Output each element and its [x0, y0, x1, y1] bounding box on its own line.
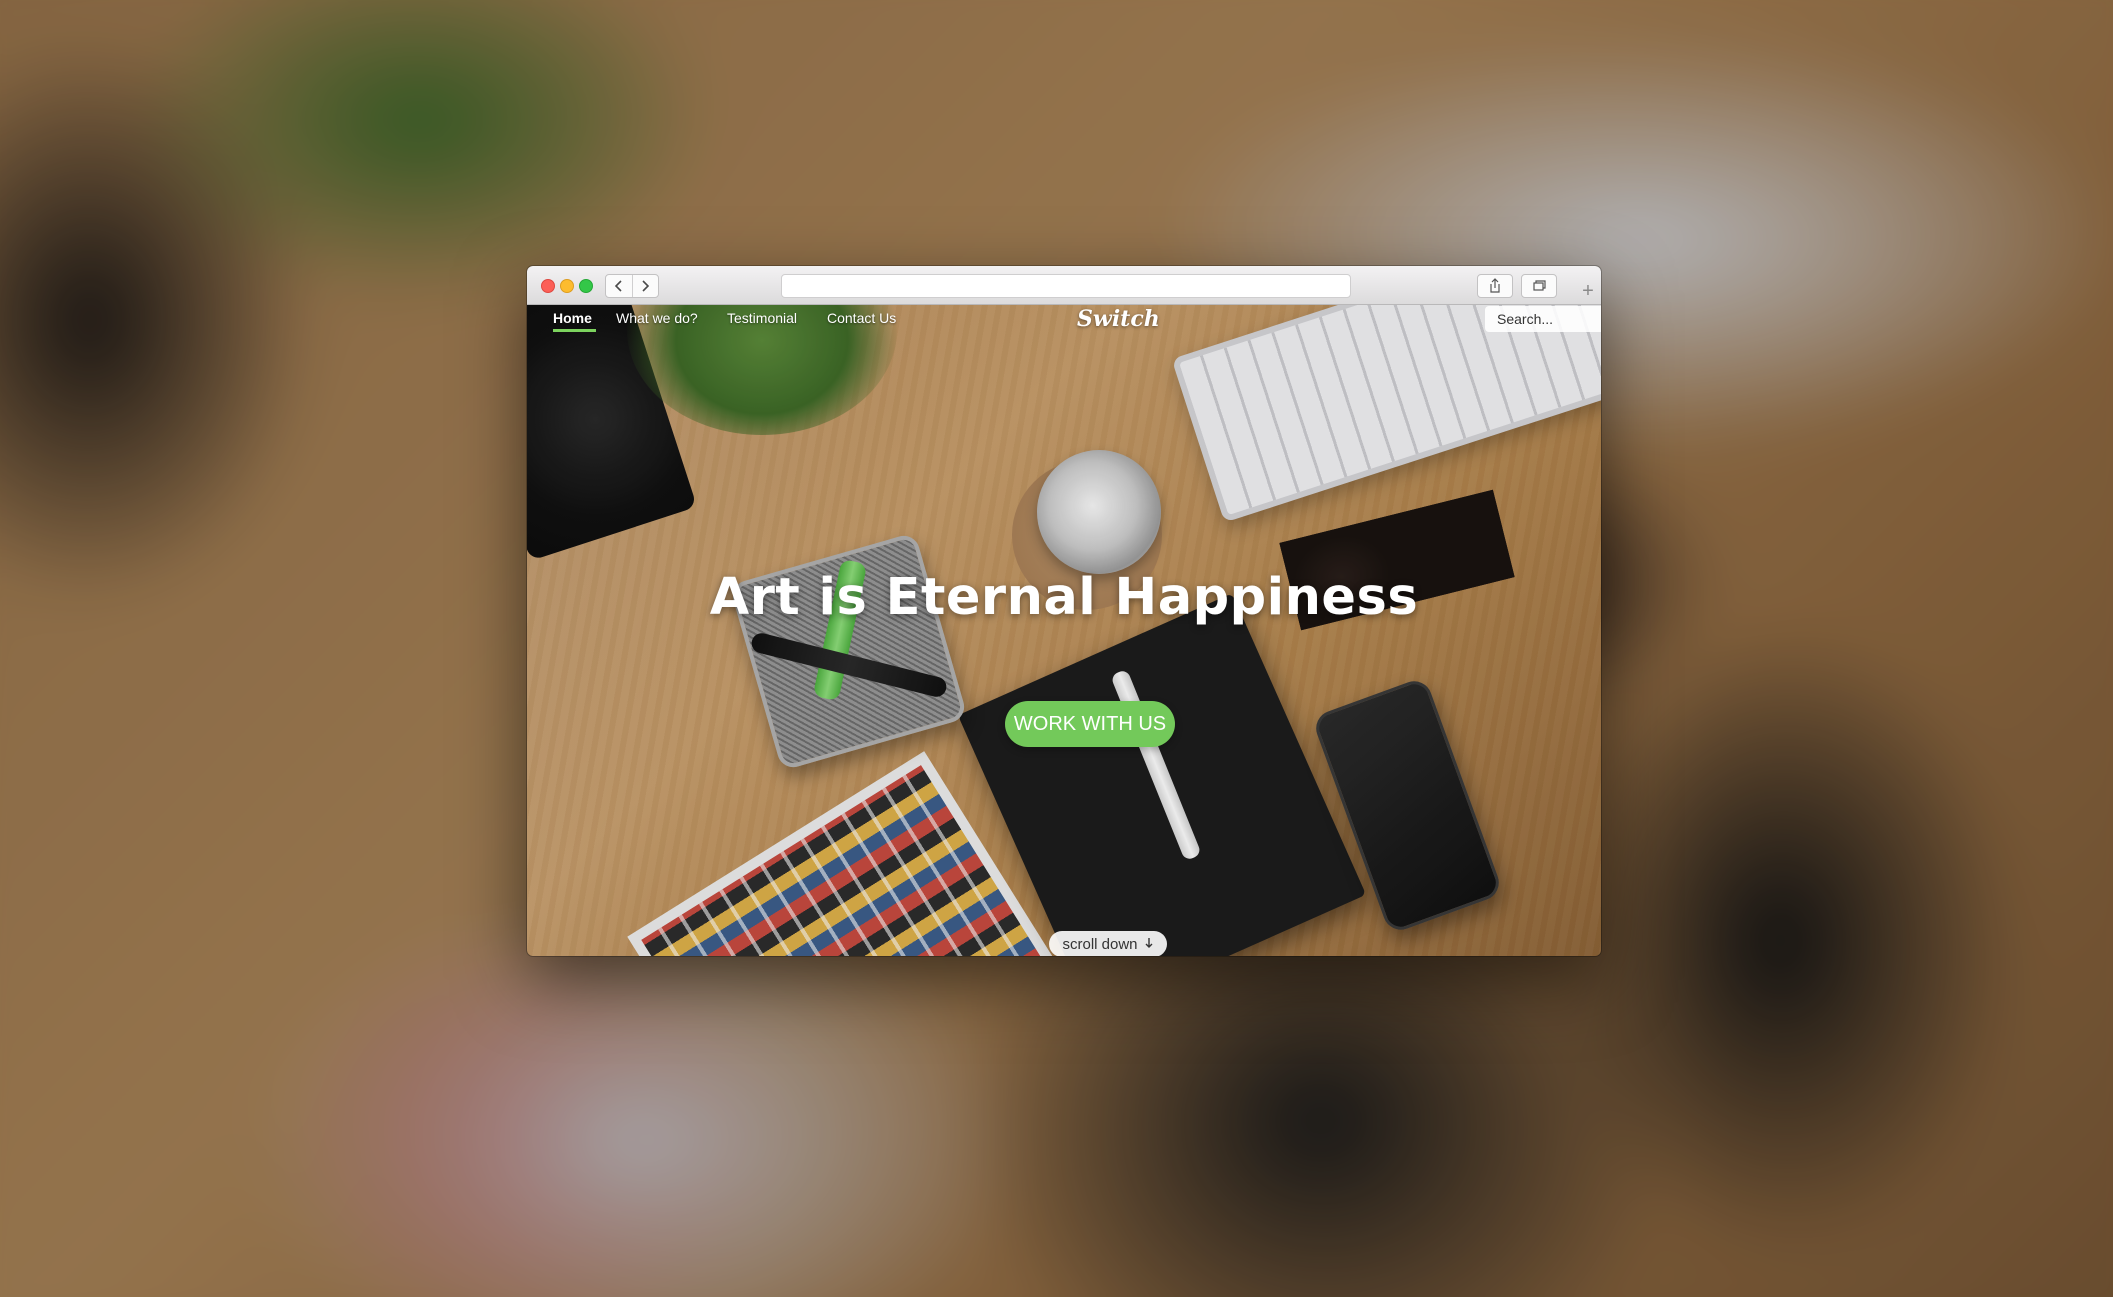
hero-section: Home What we do? Testimonial Contact Us …	[527, 305, 1601, 956]
site-logo[interactable]: Switch	[1077, 306, 1160, 332]
scroll-down-label: scroll down	[1062, 935, 1138, 953]
search-input[interactable]	[1485, 306, 1601, 332]
plus-icon[interactable]: +	[1577, 280, 1599, 302]
nav-active-indicator	[553, 329, 596, 332]
tabs-overview-button[interactable]	[1521, 274, 1557, 298]
nav-what-we-do[interactable]: What we do?	[616, 310, 698, 326]
hero-tint	[527, 305, 1601, 956]
scroll-down-button[interactable]: scroll down	[1049, 931, 1167, 956]
close-window-button[interactable]	[541, 279, 555, 293]
maximize-window-button[interactable]	[579, 279, 593, 293]
minimize-window-button[interactable]	[560, 279, 574, 293]
nav-contact-us[interactable]: Contact Us	[827, 310, 896, 326]
work-with-us-button[interactable]: WORK WITH US	[1005, 701, 1175, 747]
history-buttons	[605, 274, 659, 298]
chevron-left-icon[interactable]	[606, 275, 632, 297]
nav-testimonial[interactable]: Testimonial	[727, 310, 797, 326]
site-nav: Home What we do? Testimonial Contact Us …	[527, 305, 1601, 332]
hero-headline: Art is Eternal Happiness	[709, 568, 1419, 627]
share-button[interactable]	[1477, 274, 1513, 298]
nav-home[interactable]: Home	[553, 310, 592, 326]
arrow-down-icon	[1144, 937, 1154, 952]
share-icon	[1490, 278, 1500, 293]
tabs-overview-icon	[1533, 280, 1546, 291]
browser-window: + Home What we do? Testimonial Contact U…	[527, 266, 1601, 956]
chevron-right-icon[interactable]	[631, 275, 659, 297]
browser-titlebar: +	[527, 266, 1601, 305]
address-bar[interactable]	[781, 274, 1351, 298]
